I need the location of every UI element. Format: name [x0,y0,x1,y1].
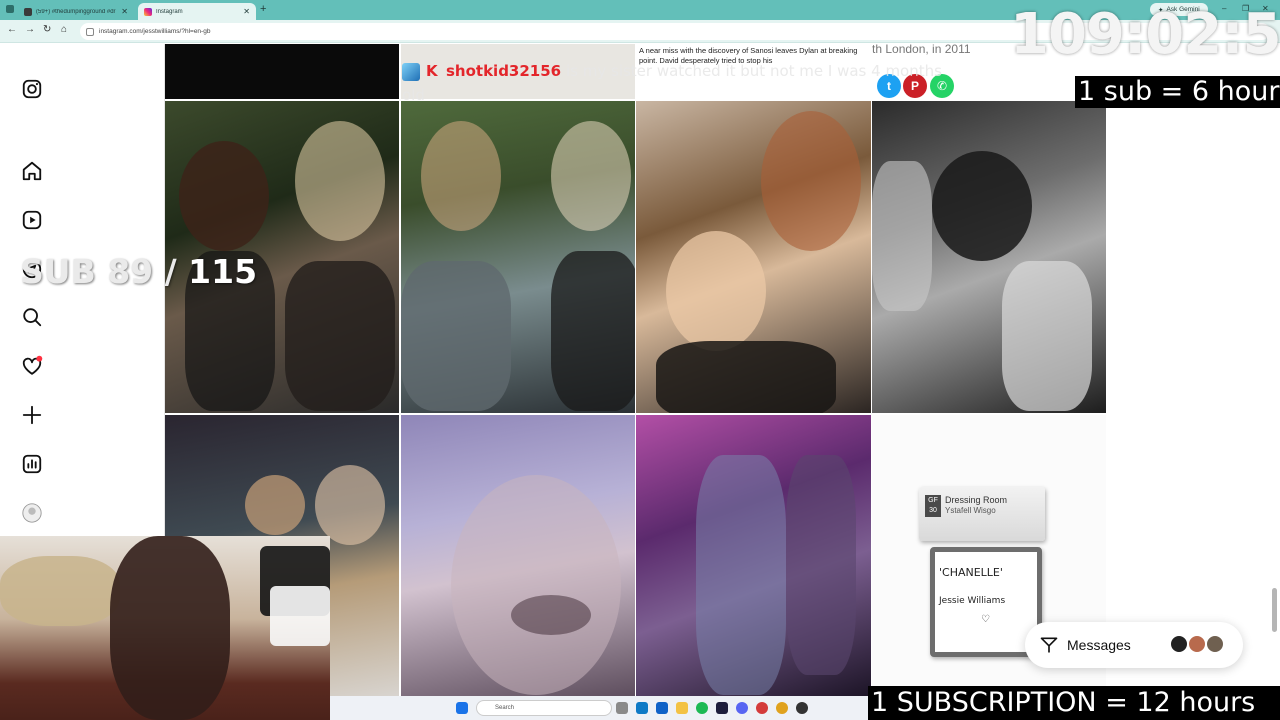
messages-label: Messages [1067,637,1131,653]
subathon-timer: 109:02:54 [1010,2,1280,67]
instagram-favicon-icon [144,7,152,16]
folder-icon[interactable] [676,702,688,714]
tab-instagram[interactable]: Instagram ✕ [138,3,256,20]
avatar [1169,634,1189,654]
post-tile-makeup-selfie[interactable] [636,101,871,413]
home-button[interactable]: ⌂ [61,24,67,35]
sub-goal-counter: SUB 89 / 115 [20,252,257,291]
discord-icon[interactable] [736,702,748,714]
news-snippet-right: th London, in 2011 [872,42,971,56]
tab-label: (59+) #thedumpingground #dr [36,8,116,15]
instagram-logo-icon[interactable] [21,78,43,100]
post-tile-two-girls[interactable] [401,101,635,413]
tab-list-icon[interactable] [6,5,14,13]
settings-icon[interactable] [616,702,628,714]
tab-dumping-ground[interactable]: (59+) #thedumpingground #dr ✕ [18,3,134,20]
profile-avatar[interactable] [21,502,43,524]
home-icon[interactable] [21,160,43,182]
twitch-favicon-icon [24,7,32,16]
messages-button[interactable]: Messages [1025,622,1243,668]
chat-overlay: K shotkid32156 is my sister watched it b… [402,62,1022,106]
reels-icon[interactable] [21,209,43,231]
premiere-icon[interactable] [716,702,728,714]
avatar [1205,634,1225,654]
send-icon [1040,637,1058,653]
reload-button[interactable]: ↻ [43,24,51,35]
tab-label: Instagram [156,8,183,15]
chrome-icon[interactable] [776,702,788,714]
site-info-icon[interactable] [86,27,94,36]
chat-badge: K [426,62,438,80]
close-tab-icon[interactable]: ✕ [243,7,250,16]
taskbar-search[interactable]: Search [476,700,612,716]
search-placeholder: Search [495,705,515,711]
room-number: GF 30 [925,495,941,517]
chat-message-cont: old [402,86,425,104]
app-icon[interactable] [796,702,808,714]
webcam-feed [0,536,330,720]
whiteboard-heart: ♡ [981,614,990,625]
chat-message: is my sister watched it but not me I was… [566,62,942,80]
sub-count-goal: 115 [188,252,258,291]
sub-rate-banner: 1 sub = 6 hours [1075,76,1280,108]
post-tile-party[interactable] [636,415,871,696]
sign-subtitle: Ystafell Wisgo [945,506,996,515]
chat-username: shotkid32156 [446,62,562,80]
new-tab-button[interactable]: + [260,3,266,15]
windows-taskbar: Search [330,696,868,720]
screen: (59+) #thedumpingground #dr ✕ Instagram … [0,0,1280,720]
notifications-icon[interactable] [21,355,43,377]
start-icon[interactable] [456,702,468,714]
avatar [1187,634,1207,654]
create-icon[interactable] [21,404,43,426]
cube-badge-icon [402,63,420,81]
page-scrollbar[interactable] [1272,588,1277,632]
post-tile-baby-photo[interactable] [401,415,635,696]
spotify-icon[interactable] [696,702,708,714]
obs-icon[interactable] [756,702,768,714]
close-tab-icon[interactable]: ✕ [121,7,128,16]
sub-count-done: SUB 89 / [20,252,189,291]
dashboard-icon[interactable] [21,453,43,475]
edge-icon[interactable] [636,702,648,714]
post-tile-dark[interactable] [165,44,399,99]
subscription-rate-banner: 1 SUBSCRIPTION = 12 hours [868,686,1280,720]
whiteboard-person: Jessie Williams [939,596,1006,606]
back-button[interactable]: ← [7,24,17,35]
sign-title: Dressing Room [945,495,1008,505]
whiteboard-name: 'CHANELLE' [939,566,1003,579]
search-icon[interactable] [21,306,43,328]
store-icon[interactable] [656,702,668,714]
url-text: instagram.com/jesstwilliams/?hl=en-gb [99,28,211,35]
forward-button[interactable]: → [25,24,35,35]
dressing-room-sign: GF 30 Dressing Room Ystafell Wisgo [919,487,1045,541]
post-tile-bw-group[interactable] [872,101,1106,413]
